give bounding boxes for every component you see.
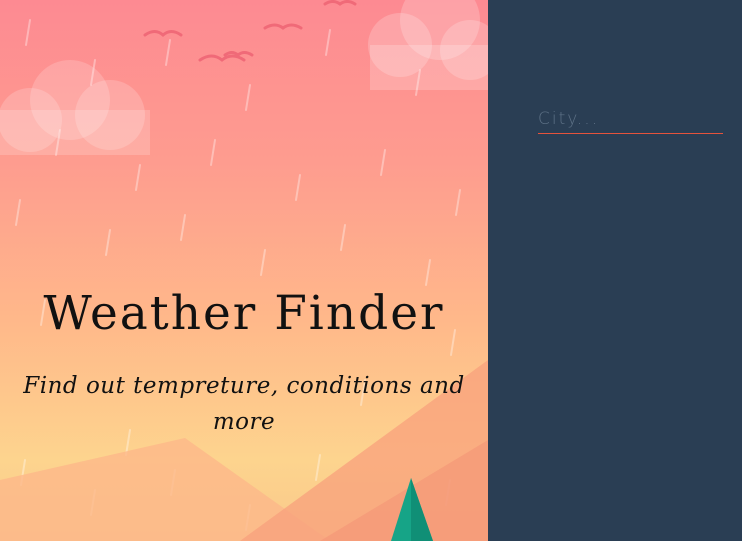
- search-panel: [488, 0, 742, 541]
- bird-icon: [143, 0, 357, 62]
- weather-illustration: [0, 0, 488, 541]
- hero-banner: Weather Finder Find out tempreture, cond…: [0, 0, 488, 541]
- cloud-icon: [368, 0, 488, 90]
- page-subtitle: Find out tempreture, conditions and more: [23, 373, 465, 435]
- cloud-icon: [0, 60, 150, 155]
- app-window: Weather Finder Find out tempreture, cond…: [0, 0, 742, 541]
- city-search-input[interactable]: [538, 104, 723, 134]
- page-title: Weather Finder: [43, 286, 445, 341]
